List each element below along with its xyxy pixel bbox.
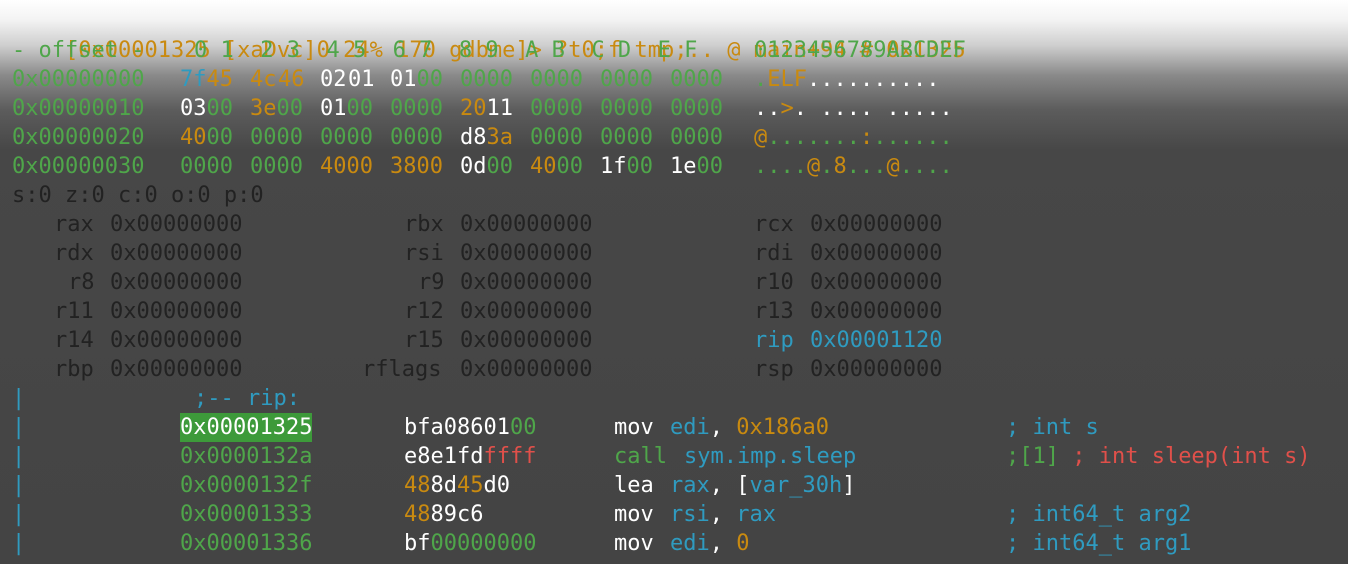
register-row: r8 0x00000000 r9 0x00000000 r10 0x00000000 <box>12 268 942 297</box>
disasm-row[interactable]: | 0x00001333 4889c6 mov rsi, rax ; int64… <box>12 500 1191 529</box>
reg-value: 0x00000000 <box>110 270 243 295</box>
current-instruction-address[interactable]: 0x00001325 <box>180 413 313 442</box>
mnemonic: mov <box>614 502 654 527</box>
hex-address: 0x00000020 <box>12 125 145 150</box>
instruction-address[interactable]: 0x00001333 <box>180 500 312 529</box>
reg-value: 0x00000000 <box>460 212 593 237</box>
flow-bar: | <box>12 415 26 440</box>
reg-name: r11 <box>54 299 94 324</box>
hex-address: 0x00000000 <box>12 67 145 92</box>
cpu-flags: s:0 z:0 c:0 o:0 p:0 <box>12 183 264 208</box>
flow-bar: | <box>12 473 26 498</box>
reg-name: rdx <box>54 241 94 266</box>
comment: ; int64_t arg1 <box>1006 531 1192 556</box>
reg-value: 0x00000000 <box>810 299 943 324</box>
flow-bar: | <box>12 444 26 469</box>
reg-name: r15 <box>404 328 444 353</box>
comment: ; int64_t arg2 <box>1006 502 1192 527</box>
reg-name: rflags <box>362 357 442 382</box>
byte-columns-header: 0 1 2 3 4 5 6 7 8 9 A B C D E F <box>194 38 698 63</box>
reg-name: rcx <box>754 212 794 237</box>
hexdump-row: 0x00000020 4000 0000 0000 0000 d83a 0000… <box>12 125 953 150</box>
flow-bar: | <box>12 502 26 527</box>
reg-name: r14 <box>54 328 94 353</box>
reg-name: r13 <box>754 299 794 324</box>
reg-name: rdi <box>754 241 794 266</box>
flow-bar: | <box>12 386 26 411</box>
command-prompt[interactable]: [0x00001325 [xaDvc]0 24% 170 gdbme]> ?t0… <box>12 7 966 63</box>
reg-value: 0x00000000 <box>460 299 593 324</box>
hexdump-row: 0x00000000 7f45 4c 46 02 01 0100 0000 00… <box>12 67 940 92</box>
reg-value-rip: 0x00001120 <box>810 328 943 353</box>
hex-address: 0x00000010 <box>12 96 145 121</box>
mnemonic: mov <box>614 415 654 440</box>
reg-value: 0x00000000 <box>110 299 243 324</box>
instruction-address[interactable]: 0x00001336 <box>180 529 312 558</box>
reg-name: rbx <box>404 212 444 237</box>
disasm-label-row: | ;-- rip: <box>12 384 300 413</box>
reg-value: 0x00000000 <box>110 241 243 266</box>
reg-value: 0x00000000 <box>460 357 593 382</box>
terminal-window[interactable]: [0x00001325 [xaDvc]0 24% 170 gdbme]> ?t0… <box>0 0 1348 564</box>
ascii-header: 0123456789ABCDEF <box>754 38 966 63</box>
call-target[interactable]: sym.imp.sleep <box>684 442 856 471</box>
register-row: r11 0x00000000 r12 0x00000000 r13 0x0000000… <box>12 297 942 326</box>
reg-name: r10 <box>754 270 794 295</box>
hexdump-row: 0x00000010 0300 3e00 0100 0000 2011 0000… <box>12 96 953 121</box>
instruction-address[interactable]: 0x0000132a <box>180 442 312 471</box>
hexdump-row: 0x00000030 0000 0000 4000 3800 0d00 4000… <box>12 154 953 179</box>
register-row: rbp 0x00000000 rflags 0x00000000 rsp 0x0000… <box>12 355 942 384</box>
mnemonic: mov <box>614 531 654 556</box>
reg-name: r12 <box>404 299 444 324</box>
disasm-row[interactable]: | 0x00001325 bfa0860100 mov edi, 0x186a0… <box>12 413 1099 442</box>
reg-name: rbp <box>54 357 94 382</box>
reg-value: 0x00000000 <box>460 328 593 353</box>
register-row: rdx 0x00000000 rsi 0x00000000 rdi 0x0000000… <box>12 239 942 268</box>
mnemonic: call <box>614 444 667 469</box>
reg-value: 0x00000000 <box>110 357 243 382</box>
register-row: r14 0x00000000 r15 0x00000000 rip 0x0000112… <box>12 326 942 355</box>
reg-name: rax <box>54 212 94 237</box>
hex-address: 0x00000030 <box>12 154 145 179</box>
flow-bar: | <box>12 531 26 556</box>
reg-value: 0x00000000 <box>110 328 243 353</box>
instruction-address[interactable]: 0x0000132f <box>180 471 312 500</box>
disasm-row[interactable]: | 0x0000132f 488d45d0 lea rax, [var_30h] <box>12 471 855 500</box>
reg-name: rsp <box>754 357 794 382</box>
reg-name: rsi <box>404 241 444 266</box>
reg-value: 0x00000000 <box>460 270 593 295</box>
reg-name: r9 <box>418 270 445 295</box>
reg-value: 0x00000000 <box>810 212 943 237</box>
register-row: rax 0x00000000 rbx 0x00000000 rcx 0x0000000… <box>12 210 942 239</box>
rip-label: ;-- rip: <box>194 386 300 411</box>
reg-value: 0x00000000 <box>460 241 593 266</box>
reg-value: 0x00000000 <box>810 357 943 382</box>
offset-header: - offset - <box>12 38 145 63</box>
disasm-row[interactable]: | 0x0000132a e8e1fdffff call sym.imp.sle… <box>12 442 1311 471</box>
reg-value: 0x00000000 <box>810 270 943 295</box>
comment: ; int s <box>1006 415 1099 440</box>
hexdump-header: - offset - 0 1 2 3 4 5 6 7 8 9 A B C D E… <box>12 36 966 65</box>
reg-value: 0x00000000 <box>110 212 243 237</box>
disasm-row[interactable]: | 0x00001336 bf00000000 mov edi, 0 ; int… <box>12 529 1191 558</box>
reg-value: 0x00000000 <box>810 241 943 266</box>
mnemonic: lea <box>614 473 654 498</box>
reg-name: r8 <box>68 270 95 295</box>
reg-name-rip: rip <box>754 328 794 353</box>
